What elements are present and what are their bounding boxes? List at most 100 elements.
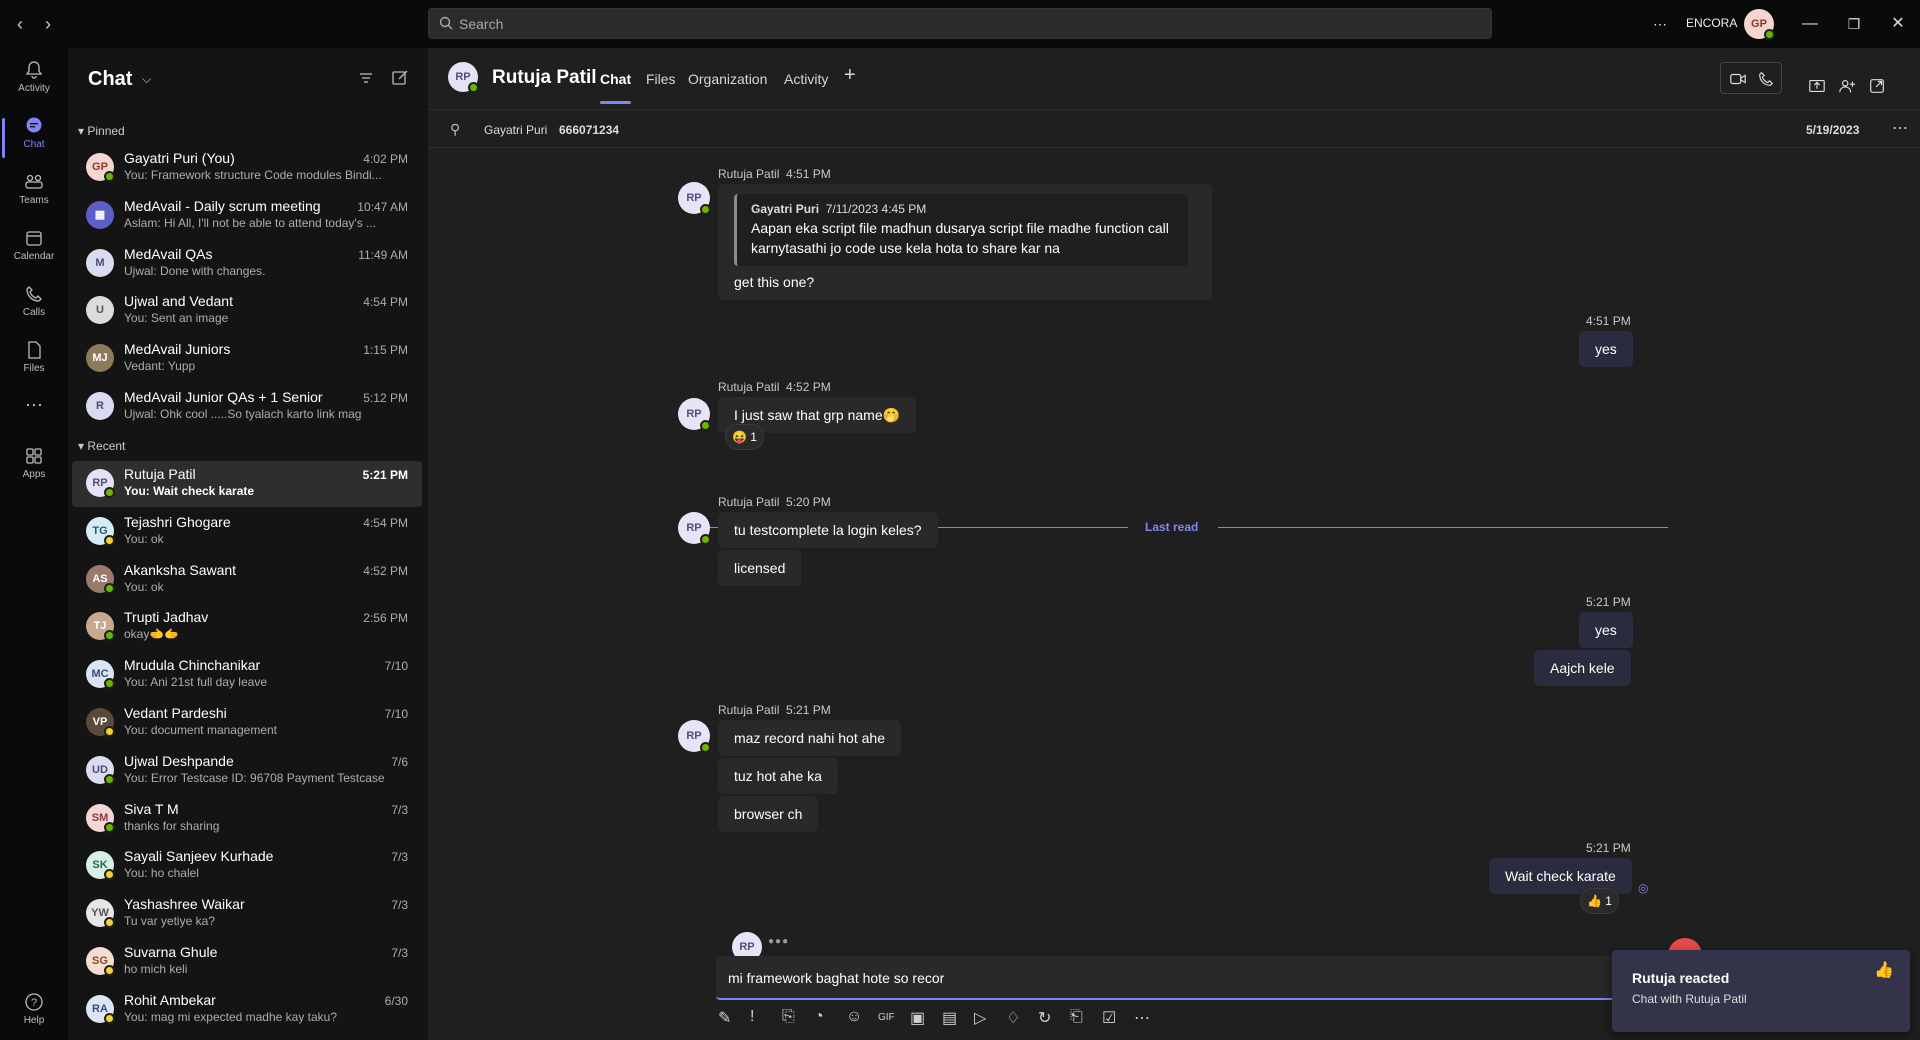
compose-box[interactable]: mi framework baghat hote so recor (716, 956, 1636, 1000)
audio-call-icon[interactable] (1757, 70, 1775, 88)
chat-name: Yashashree Waikar (124, 896, 245, 913)
chat-list-item[interactable]: M MedAvail QAs Ujwal: Done with changes. 11… (72, 241, 422, 287)
collapse-icon: ▾ (78, 439, 88, 453)
chat-preview: You: ho chalel (124, 866, 199, 881)
search-input[interactable]: Search (428, 8, 1492, 39)
user-initials: GP (1751, 18, 1767, 30)
my-message-bubble[interactable]: Aajch kele (1534, 650, 1631, 686)
presence-away-icon (104, 726, 115, 737)
user-avatar[interactable]: GP (1744, 9, 1775, 40)
schedule-meeting-icon[interactable]: ▤ (942, 1008, 964, 1030)
pop-out-icon[interactable] (1868, 70, 1886, 102)
tab-organization[interactable]: Organization (688, 71, 767, 87)
filter-icon[interactable] (356, 68, 376, 88)
chat-list-item[interactable]: ▦ MedAvail - Daily scrum meeting Aslam: Hi… (72, 193, 422, 239)
sender-avatar[interactable]: RP (678, 512, 711, 545)
video-call-icon[interactable] (1729, 70, 1747, 88)
refresh-icon[interactable]: ↻ (1038, 1008, 1060, 1030)
rail-help[interactable]: ? Help (0, 986, 68, 1040)
message-bubble[interactable]: browser ch (718, 796, 819, 832)
chat-list-item[interactable]: RP Rutuja Patil You: Wait check karate 5:21… (72, 461, 422, 507)
add-people-icon[interactable] (1838, 70, 1856, 102)
rail-apps[interactable]: Apps (0, 440, 68, 494)
rail-files[interactable]: Files (0, 334, 68, 388)
rail-chat[interactable]: Chat (0, 110, 68, 164)
notification-toast[interactable]: Rutuja reacted Chat with Rutuja Patil 👍 (1612, 950, 1910, 1032)
message-bubble[interactable]: tu testcomplete la login keles? (718, 512, 938, 548)
chat-list-item[interactable]: GP Gayatri Puri (You) You: Framework struc… (72, 145, 422, 191)
minimize-icon[interactable]: — (1798, 12, 1822, 36)
chat-list-item[interactable]: TJ Trupti Jadhav okay🫲🫱 2:56 PM (72, 604, 422, 650)
rail-teams[interactable]: Teams (0, 166, 68, 220)
approvals-icon[interactable]: ☑ (1102, 1008, 1124, 1030)
presence-online-icon (104, 487, 115, 498)
chevron-down-icon[interactable]: ⌵ (142, 72, 151, 87)
emoji-reaction[interactable]: 👍 1 (1580, 888, 1619, 914)
emoji-reaction[interactable]: 😝 1 (725, 424, 764, 450)
attach-icon[interactable]: ⎘ (782, 1008, 804, 1030)
quote-line-1: Aapan eka script file madhun dusarya scr… (751, 220, 1169, 236)
close-icon[interactable]: ✕ (1886, 12, 1910, 36)
sender-name: Rutuja Patil (718, 167, 780, 181)
chat-list-item[interactable]: AS Akanksha Sawant You: ok 4:52 PM (72, 557, 422, 603)
chat-list-item[interactable]: RA Rohit Ambekar You: mag mi expected madh… (72, 987, 422, 1033)
praise-icon[interactable]: ♢ (1006, 1008, 1028, 1030)
message-bubble[interactable]: maz record nahi hot ahe (718, 720, 901, 756)
chat-list-item[interactable]: UD Ujwal Deshpande You: Error Testcase ID:… (72, 748, 422, 794)
restore-icon[interactable]: ❐ (1842, 12, 1866, 36)
format-icon[interactable]: ✎ (718, 1008, 740, 1030)
chat-list-item[interactable]: MC Mrudula Chinchanikar You: Ani 21st full… (72, 652, 422, 698)
tab-files[interactable]: Files (646, 71, 676, 87)
emoji-icon[interactable]: ☺ (846, 1008, 868, 1030)
search-placeholder: Search (459, 16, 504, 32)
pinned-more-icon[interactable]: ⋯ (1892, 118, 1908, 138)
rail-calendar[interactable]: Calendar (0, 222, 68, 276)
compose-text[interactable]: mi framework baghat hote so recor (728, 970, 944, 986)
recent-section-header[interactable]: ▾ Recent (78, 439, 125, 453)
gif-icon[interactable]: GIF (878, 1012, 900, 1034)
important-icon[interactable]: ! (750, 1008, 772, 1030)
pinned-section-header[interactable]: ▾ Pinned (78, 124, 125, 138)
chat-list-item[interactable]: MJ MedAvail Juniors Vedant: Yupp 1:15 PM (72, 336, 422, 382)
forward-icon[interactable]: › (36, 12, 60, 36)
more-options-icon[interactable]: ⋯ (1648, 12, 1672, 36)
message-bubble[interactable]: tuz hot ahe ka (718, 758, 838, 794)
chat-list-item[interactable]: SM Siva T Mthanks for sharing 7/3 (72, 796, 422, 842)
chat-time: 2:56 PM (363, 611, 408, 626)
rail-more[interactable]: ⋯ (0, 390, 68, 444)
rail-calls[interactable]: Calls (0, 278, 68, 332)
back-icon[interactable]: ‹ (8, 12, 32, 36)
chat-list-item[interactable]: YW Yashashree Waikar Tu var yetiye ka? 7/3 (72, 891, 422, 937)
stream-icon[interactable]: ▷ (974, 1008, 996, 1030)
share-screen-icon[interactable] (1808, 70, 1826, 102)
my-message-bubble[interactable]: yes (1579, 612, 1633, 648)
tab-chat[interactable]: Chat (600, 71, 632, 104)
quoted-message[interactable]: Gayatri Puri 7/11/2023 4:45 PM Aapan eka… (734, 194, 1188, 266)
more-tools-icon[interactable]: ⋯ (1134, 1008, 1156, 1030)
rail-label: Activity (18, 83, 50, 94)
presence-online-icon (104, 773, 115, 785)
sticker-icon[interactable]: ▣ (910, 1008, 932, 1030)
loop-icon[interactable]: ◔ (814, 1008, 836, 1030)
clipboard-icon[interactable]: ⎗ (1070, 1008, 1092, 1030)
my-message-bubble[interactable]: yes (1579, 331, 1633, 367)
tab-activity[interactable]: Activity (784, 71, 828, 87)
chat-list-item[interactable]: TG Tejashri Ghogare You: ok 4:54 PM (72, 509, 422, 555)
add-tab-icon[interactable]: + (844, 64, 856, 87)
contact-name[interactable]: Rutuja Patil (492, 67, 597, 89)
chat-list-item[interactable]: SG Suvarna Ghule ho mich keli 7/3 (72, 939, 422, 985)
sender-avatar[interactable]: RP (678, 720, 711, 753)
message-bubble[interactable]: licensed (718, 550, 802, 586)
chat-list-item[interactable]: U Ujwal and Vedant You: Sent an image 4:54 … (72, 288, 422, 334)
sender-avatar[interactable]: RP (678, 398, 711, 431)
contact-avatar[interactable]: RP (448, 62, 479, 93)
presence-online-icon (700, 534, 711, 545)
message-bubble[interactable]: Gayatri Puri 7/11/2023 4:45 PM Aapan eka… (718, 184, 1212, 300)
chat-list-item[interactable]: SK Sayali Sanjeev Kurhade You: ho chalel 7/… (72, 843, 422, 889)
pinned-message-bar[interactable]: ⚲ Gayatri Puri 666071234 5/19/2023 ⋯ (428, 110, 1920, 148)
sender-avatar[interactable]: RP (678, 182, 711, 215)
chat-list-item[interactable]: VP Vedant Pardeshi You: document managemen… (72, 700, 422, 746)
chat-list-item[interactable]: R MedAvail Junior QAs + 1 Senior Ujwal: Oh… (72, 384, 422, 430)
rail-activity[interactable]: Activity (0, 54, 68, 108)
new-chat-icon[interactable] (390, 68, 410, 88)
